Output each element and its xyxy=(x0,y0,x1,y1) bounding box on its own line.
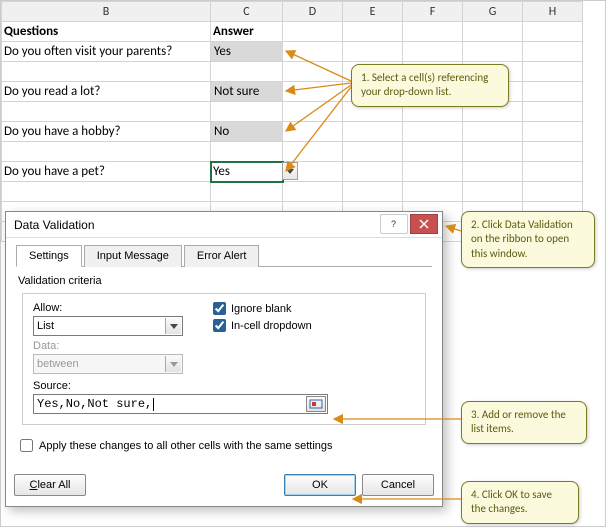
question-cell[interactable]: Do you have a hobby? xyxy=(2,122,211,142)
answer-cell[interactable]: Yes xyxy=(211,42,283,62)
dialog-button-row: Clear All OK Cancel xyxy=(6,474,442,506)
svg-text:?: ? xyxy=(391,219,396,229)
callout-4: 4. Click OK to save the changes. xyxy=(461,481,579,524)
callout-3: 3. Add or remove the list items. xyxy=(461,401,587,444)
header-answer[interactable]: Answer xyxy=(211,22,283,42)
answer-cell[interactable]: Not sure xyxy=(211,82,283,102)
help-icon: ? xyxy=(389,219,399,229)
data-validation-dialog: Data Validation ? Settings Input Message… xyxy=(5,211,443,507)
header-questions[interactable]: Questions xyxy=(2,22,211,42)
question-cell[interactable]: Do you read a lot? xyxy=(2,82,211,102)
table-row: Do you have a hobby? No xyxy=(2,122,583,142)
allow-select[interactable]: List xyxy=(33,316,183,336)
chevron-down-icon xyxy=(286,167,294,175)
col-header[interactable]: D xyxy=(283,2,343,22)
chevron-down-icon xyxy=(165,318,181,334)
table-row: Questions Answer xyxy=(2,22,583,42)
range-picker-button[interactable] xyxy=(306,396,326,412)
col-header[interactable]: B xyxy=(2,2,211,22)
ignore-blank-checkbox[interactable]: Ignore blank xyxy=(213,302,312,315)
question-cell[interactable]: Do you often visit your parents? xyxy=(2,42,211,62)
chevron-down-icon xyxy=(165,356,181,372)
col-header[interactable]: E xyxy=(343,2,403,22)
dialog-tabs: Settings Input Message Error Alert xyxy=(16,244,432,267)
table-row xyxy=(2,182,583,202)
allow-label: Allow: xyxy=(33,302,213,314)
callout-1: 1. Select a cell(s) referencing your dro… xyxy=(351,64,509,107)
ok-button[interactable]: OK xyxy=(284,474,356,496)
tab-error-alert[interactable]: Error Alert xyxy=(184,245,260,267)
validation-criteria-label: Validation criteria xyxy=(18,275,432,287)
answer-cell-selected[interactable]: Yes xyxy=(211,162,283,182)
question-cell[interactable]: Do you have a pet? xyxy=(2,162,211,182)
cancel-button[interactable]: Cancel xyxy=(362,474,434,496)
text-cursor xyxy=(153,398,154,411)
col-header[interactable]: H xyxy=(523,2,583,22)
help-button[interactable]: ? xyxy=(380,214,408,234)
source-label: Source: xyxy=(33,380,415,392)
column-header-row: B C D E F G H xyxy=(2,2,583,22)
table-row xyxy=(2,142,583,162)
tab-settings[interactable]: Settings xyxy=(16,245,82,267)
clear-all-button[interactable]: Clear All xyxy=(14,474,86,496)
apply-changes-checkbox[interactable]: Apply these changes to all other cells w… xyxy=(20,439,432,452)
col-header[interactable]: G xyxy=(463,2,523,22)
dialog-titlebar[interactable]: Data Validation ? xyxy=(6,212,442,238)
cell-dropdown-button[interactable] xyxy=(282,162,298,180)
data-select: between xyxy=(33,354,183,374)
data-label: Data: xyxy=(33,340,415,352)
worksheet-grid[interactable]: B C D E F G H Questions Answer Do you of… xyxy=(1,1,583,242)
dialog-title: Data Validation xyxy=(14,218,380,232)
col-header[interactable]: F xyxy=(403,2,463,22)
close-icon xyxy=(419,219,429,229)
close-button[interactable] xyxy=(410,214,438,234)
callout-2: 2. Click Data Validation on the ribbon t… xyxy=(461,211,595,268)
col-header[interactable]: C xyxy=(211,2,283,22)
answer-cell[interactable]: No xyxy=(211,122,283,142)
source-input[interactable]: Yes,No,Not sure, xyxy=(33,394,328,414)
tab-input-message[interactable]: Input Message xyxy=(84,245,182,267)
table-row: Do you often visit your parents? Yes xyxy=(2,42,583,62)
incell-dropdown-checkbox[interactable]: In-cell dropdown xyxy=(213,319,312,332)
range-picker-icon xyxy=(309,399,323,409)
criteria-fieldset: Allow: List Ignore blank In-cell dropdow… xyxy=(22,293,426,425)
